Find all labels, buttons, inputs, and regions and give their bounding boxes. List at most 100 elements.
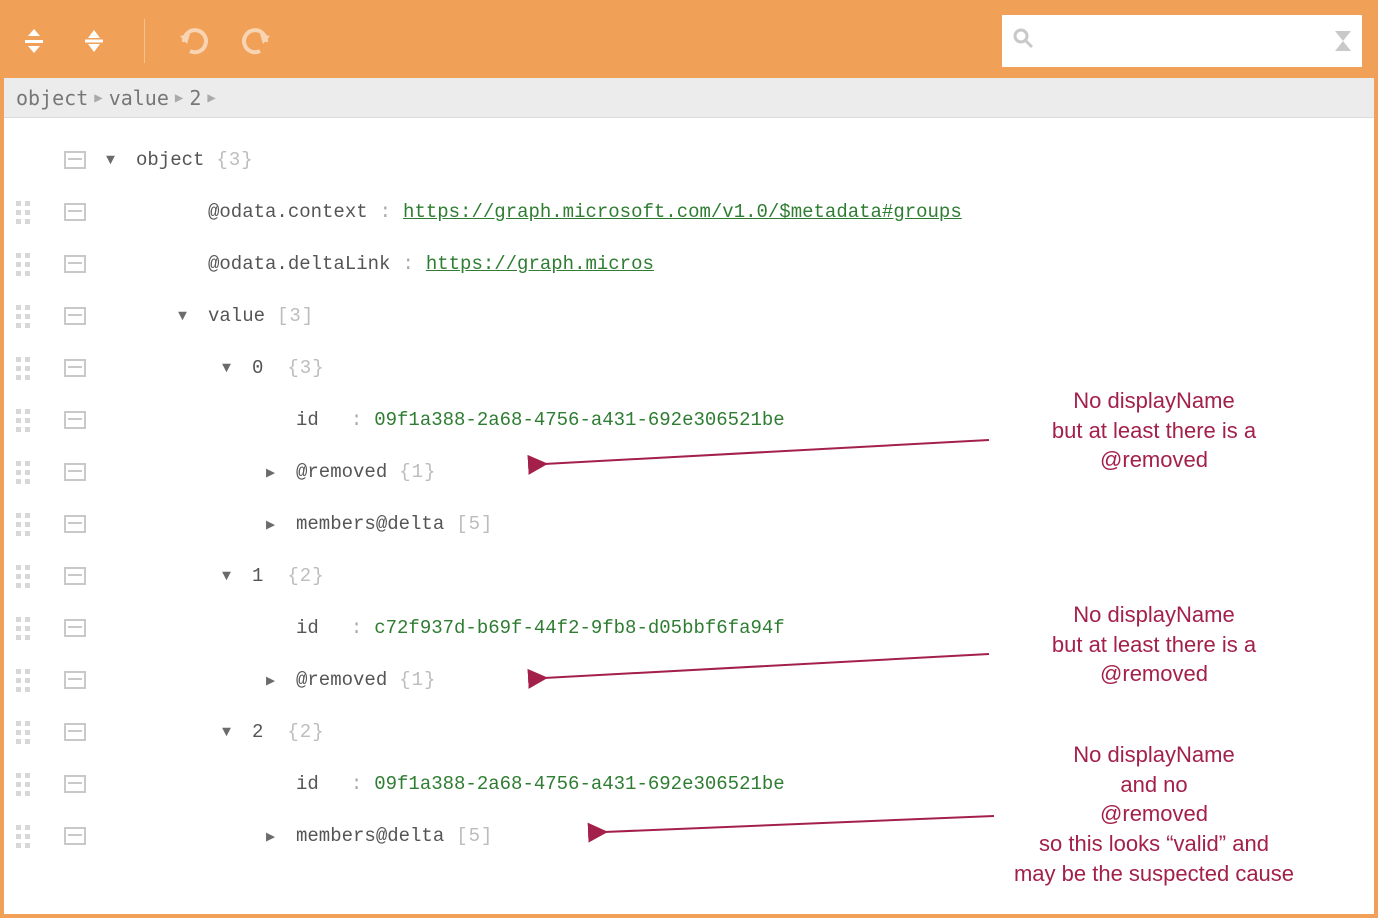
node-value: 09f1a388-2a68-4756-a431-692e306521be xyxy=(374,773,784,795)
tree-row[interactable]: ▼ 2 {2} xyxy=(4,706,1374,758)
tree-row[interactable]: ▶ @removed {1} xyxy=(4,446,1374,498)
node-box-icon xyxy=(64,255,86,273)
node-value-link[interactable]: https://graph.micros xyxy=(426,253,654,275)
breadcrumb: object ▶ value ▶ 2 ▶ xyxy=(4,78,1374,118)
node-index: 2 xyxy=(252,721,263,743)
node-key: id xyxy=(296,409,319,431)
node-box-icon xyxy=(64,151,86,169)
search-input[interactable] xyxy=(1042,30,1328,52)
node-count: {3} xyxy=(216,149,253,171)
node-value-link[interactable]: https://graph.microsoft.com/v1.0/$metada… xyxy=(403,201,962,223)
tree-row[interactable]: ▶ id : 09f1a388-2a68-4756-a431-692e30652… xyxy=(4,394,1374,446)
node-count: {3} xyxy=(287,357,324,379)
node-box-icon xyxy=(64,723,86,741)
tree-row[interactable]: ▼ value [3] xyxy=(4,290,1374,342)
tree-row-root[interactable]: ▼ object {3} xyxy=(4,134,1374,186)
breadcrumb-part[interactable]: value xyxy=(109,86,169,110)
json-tree: ▼ object {3} ▼ @odata.context : https://… xyxy=(4,118,1374,878)
chevron-right-icon: ▶ xyxy=(175,90,183,106)
node-key: @removed xyxy=(296,669,387,691)
node-box-icon xyxy=(64,567,86,585)
undo-icon[interactable] xyxy=(177,23,213,59)
node-box-icon xyxy=(64,619,86,637)
expand-toggle[interactable]: ▶ xyxy=(266,671,284,690)
drag-handle-icon[interactable] xyxy=(16,461,30,484)
tree-row[interactable]: ▼ @odata.deltaLink : https://graph.micro… xyxy=(4,238,1374,290)
node-box-icon xyxy=(64,463,86,481)
colon: : xyxy=(351,617,362,639)
tree-row[interactable]: ▶ id : c72f937d-b69f-44f2-9fb8-d05bbf6fa… xyxy=(4,602,1374,654)
collapse-toggle[interactable]: ▼ xyxy=(178,308,196,325)
node-key: id xyxy=(296,773,319,795)
node-count: [3] xyxy=(277,305,314,327)
node-box-icon xyxy=(64,307,86,325)
node-box-icon xyxy=(64,671,86,689)
tree-row[interactable]: ▼ @odata.context : https://graph.microso… xyxy=(4,186,1374,238)
node-box-icon xyxy=(64,359,86,377)
drag-handle-icon[interactable] xyxy=(16,305,30,328)
breadcrumb-part[interactable]: object xyxy=(16,86,88,110)
node-value: c72f937d-b69f-44f2-9fb8-d05bbf6fa94f xyxy=(374,617,784,639)
search-box[interactable] xyxy=(1002,15,1362,67)
search-next-prev[interactable] xyxy=(1334,29,1352,53)
node-key: @removed xyxy=(296,461,387,483)
drag-handle-icon[interactable] xyxy=(16,669,30,692)
node-box-icon xyxy=(64,203,86,221)
node-count: {1} xyxy=(399,669,436,691)
drag-handle-icon[interactable] xyxy=(16,357,30,380)
chevron-right-icon: ▶ xyxy=(207,90,215,106)
drag-handle-icon[interactable] xyxy=(16,825,30,848)
tree-row[interactable]: ▼ 1 {2} xyxy=(4,550,1374,602)
drag-handle-icon[interactable] xyxy=(16,513,30,536)
drag-handle-icon[interactable] xyxy=(16,201,30,224)
collapse-toggle[interactable]: ▼ xyxy=(222,724,240,741)
colon: : xyxy=(402,253,413,275)
node-key: id xyxy=(296,617,319,639)
redo-icon[interactable] xyxy=(237,23,273,59)
drag-handle-icon[interactable] xyxy=(16,773,30,796)
node-box-icon xyxy=(64,411,86,429)
drag-handle-icon[interactable] xyxy=(16,253,30,276)
toolbar xyxy=(4,4,1374,78)
node-index: 0 xyxy=(252,357,263,379)
tree-row[interactable]: ▼ 0 {3} xyxy=(4,342,1374,394)
expand-all-icon[interactable] xyxy=(16,23,52,59)
tree-row[interactable]: ▶ members@delta [5] xyxy=(4,498,1374,550)
drag-handle-icon[interactable] xyxy=(16,721,30,744)
node-key: @odata.context xyxy=(208,201,368,223)
tree-row[interactable]: ▶ id : 09f1a388-2a68-4756-a431-692e30652… xyxy=(4,758,1374,810)
node-box-icon xyxy=(64,775,86,793)
collapse-all-icon[interactable] xyxy=(76,23,112,59)
tree-row[interactable]: ▶ members@delta [5] xyxy=(4,810,1374,862)
node-count: [5] xyxy=(456,513,493,535)
collapse-toggle[interactable]: ▼ xyxy=(222,568,240,585)
node-key: members@delta xyxy=(296,825,444,847)
node-box-icon xyxy=(64,515,86,533)
search-icon xyxy=(1012,27,1034,55)
node-key: value xyxy=(208,305,265,327)
node-index: 1 xyxy=(252,565,263,587)
node-key: object xyxy=(136,149,204,171)
node-key: @odata.deltaLink xyxy=(208,253,390,275)
drag-handle-icon[interactable] xyxy=(16,409,30,432)
colon: : xyxy=(380,201,391,223)
collapse-toggle[interactable]: ▼ xyxy=(222,360,240,377)
drag-handle-icon[interactable] xyxy=(16,565,30,588)
expand-toggle[interactable]: ▶ xyxy=(266,515,284,534)
collapse-toggle[interactable]: ▼ xyxy=(106,152,124,169)
drag-handle-icon[interactable] xyxy=(16,617,30,640)
toolbar-divider xyxy=(144,19,145,63)
node-key: members@delta xyxy=(296,513,444,535)
node-count: {2} xyxy=(287,721,324,743)
colon: : xyxy=(351,773,362,795)
node-box-icon xyxy=(64,827,86,845)
breadcrumb-part[interactable]: 2 xyxy=(189,86,201,110)
node-count: {1} xyxy=(399,461,436,483)
expand-toggle[interactable]: ▶ xyxy=(266,463,284,482)
node-count: {2} xyxy=(287,565,324,587)
node-count: [5] xyxy=(456,825,493,847)
expand-toggle[interactable]: ▶ xyxy=(266,827,284,846)
colon: : xyxy=(351,409,362,431)
chevron-right-icon: ▶ xyxy=(94,90,102,106)
tree-row[interactable]: ▶ @removed {1} xyxy=(4,654,1374,706)
